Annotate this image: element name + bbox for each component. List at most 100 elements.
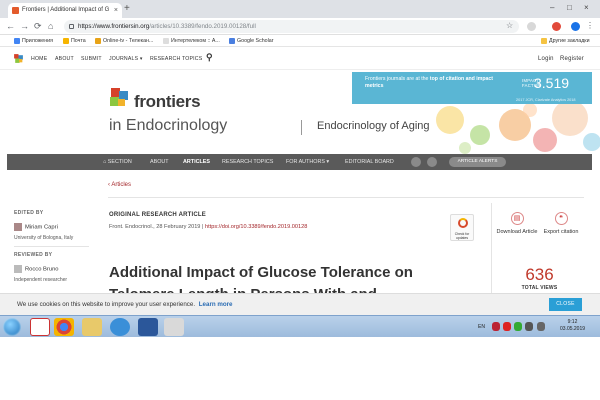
taskbar-clock[interactable]: 9:12 03.05.2019 [560,319,585,333]
frontiers-logo-small-icon[interactable] [13,53,24,64]
url-path: /articles/10.3389/fendo.2019.00128/full [149,23,256,30]
start-button[interactable] [3,318,21,336]
screen: Frontiers | Additional Impact of G × + –… [0,0,600,337]
learn-more-link[interactable]: Learn more [199,301,233,308]
forward-button[interactable]: → [20,20,29,32]
app-taskbar-icon[interactable] [164,318,184,336]
antivirus-taskbar-icon[interactable] [30,318,50,336]
impact-value: 3.519 [534,75,570,91]
total-views-count: 636 [525,265,554,284]
brand-name[interactable]: frontiers [134,92,201,112]
article-meta: Front. Endocrinol., 28 February 2019 | h… [109,224,308,230]
section-name[interactable]: Endocrinology of Aging [317,120,430,132]
total-views-label: TOTAL VIEWS [521,285,558,291]
cookie-banner: We use cookies on this website to improv… [0,293,600,315]
new-tab-button[interactable]: + [124,3,130,15]
frontiers-logo-icon[interactable] [109,88,129,108]
title-divider [301,120,302,135]
crossmark-icon [458,218,468,228]
nav-research-topics[interactable]: RESEARCH TOPICS [150,56,202,62]
download-article-button[interactable]: ▤ Download Article [492,212,542,236]
search-icon[interactable]: ⚲ [206,52,213,63]
nav-home[interactable]: HOME [31,56,47,62]
bookmark-star-icon[interactable]: ☆ [506,20,513,32]
breadcrumb[interactable]: ‹ Articles [108,182,131,188]
editor-name[interactable]: Miriam Capri [14,223,58,231]
nav-submit[interactable]: SUBMIT [81,56,102,62]
reviewed-by-label: REVIEWED BY [14,252,53,258]
twitter-icon[interactable] [411,157,421,167]
lock-icon [69,24,74,29]
home-button[interactable]: ⌂ [48,20,53,32]
reviewer-affiliation: Independent researcher [14,277,68,283]
editor-affiliation: University of Bologna, Italy [14,235,74,241]
bookmark-apps[interactable]: Приложения [14,35,53,47]
tray-icon-3[interactable] [514,322,522,331]
impact-text: Frontiers journals are at the top of cit… [365,76,493,89]
windows-taskbar: EN 9:12 03.05.2019 [0,315,600,337]
export-citation-button[interactable]: ❝ Export citation [536,212,586,236]
quote-icon: ❝ [554,212,568,225]
apps-grid-icon [14,38,20,44]
scholar-icon [229,38,235,44]
explorer-taskbar-icon[interactable] [82,318,102,336]
bookmark-intertelecom[interactable]: Интертелеком :: А... [163,35,220,47]
check-for-updates-badge[interactable]: Check for updates [450,214,474,241]
editor-avatar [14,223,22,231]
language-indicator[interactable]: EN [478,316,485,337]
ie-taskbar-icon[interactable] [110,318,130,336]
extension-red-icon[interactable] [552,22,561,31]
journal-nav: ⌂ SECTION ABOUT ARTICLES RESEARCH TOPICS… [7,154,592,170]
facebook-icon[interactable] [427,157,437,167]
jnav-editorial-board[interactable]: EDITORIAL BOARD [345,154,394,170]
cookie-text: We use cookies on this website to improv… [17,301,233,308]
maximize-button[interactable]: □ [567,2,572,14]
doi-link[interactable]: https://doi.org/10.3389/fendo.2019.00128 [205,224,307,230]
jnav-for-authors[interactable]: FOR AUTHORS ▾ [286,154,329,170]
menu-kebab-icon[interactable]: ⋮ [586,20,594,32]
volume-icon[interactable] [537,322,545,331]
bookmark-online-tv[interactable]: Online-tv - Телекан... [95,35,153,47]
nav-about[interactable]: ABOUT [55,56,74,62]
jnav-research-topics[interactable]: RESEARCH TOPICS [222,154,273,170]
profile-avatar[interactable] [571,22,580,31]
url-host: https://www.frontiersin.org [78,23,150,30]
reload-button[interactable]: ⟳ [34,20,42,32]
jnav-section[interactable]: ⌂ SECTION [103,154,132,170]
bookmark-google-scholar[interactable]: Google Scholar [229,35,274,47]
back-button[interactable]: ← [6,20,15,32]
article-alerts-button[interactable]: ARTICLE ALERTS [449,157,506,167]
tray-icon-1[interactable] [492,322,500,331]
extension-icon[interactable] [527,22,536,31]
bookmarks-bar: Приложения Почта Online-tv - Телекан... … [0,35,600,47]
jnav-articles[interactable]: ARTICLES [183,154,210,170]
chrome-taskbar-icon[interactable] [54,318,74,336]
pdf-icon: ▤ [510,212,524,225]
browser-tab[interactable]: Frontiers | Additional Impact of G × [8,3,122,18]
address-bar[interactable]: https://www.frontiersin.org/articles/10.… [64,20,519,33]
bookmark-other[interactable]: Другие закладки [541,35,590,47]
network-icon[interactable] [525,322,533,331]
tab-close-icon[interactable]: × [114,3,118,18]
register-link[interactable]: Register [560,56,584,62]
cookie-close-button[interactable]: CLOSE [549,298,582,311]
mail-icon [63,38,69,44]
minimize-button[interactable]: – [550,2,554,14]
reviewer-name[interactable]: Rocco Bruno [14,265,59,273]
jnav-about[interactable]: ABOUT [150,154,169,170]
tray-icon-2[interactable] [503,322,511,331]
article-type: ORIGINAL RESEARCH ARTICLE [109,212,207,218]
journal-name[interactable]: in Endocrinology [109,117,227,135]
word-taskbar-icon[interactable] [138,318,158,336]
close-window-button[interactable]: × [584,2,589,14]
impact-factor-box[interactable]: Frontiers journals are at the top of cit… [352,72,592,104]
folder-icon [541,38,547,44]
login-link[interactable]: Login [538,56,554,62]
bookmark-mail[interactable]: Почта [63,35,86,47]
tab-strip: Frontiers | Additional Impact of G × + –… [0,0,600,18]
content-divider [108,197,584,198]
edited-by-label: EDITED BY [14,210,44,216]
nav-journals[interactable]: JOURNALS ▾ [109,56,143,62]
reviewer-avatar [14,265,22,273]
tab-title: Frontiers | Additional Impact of G [22,7,110,13]
